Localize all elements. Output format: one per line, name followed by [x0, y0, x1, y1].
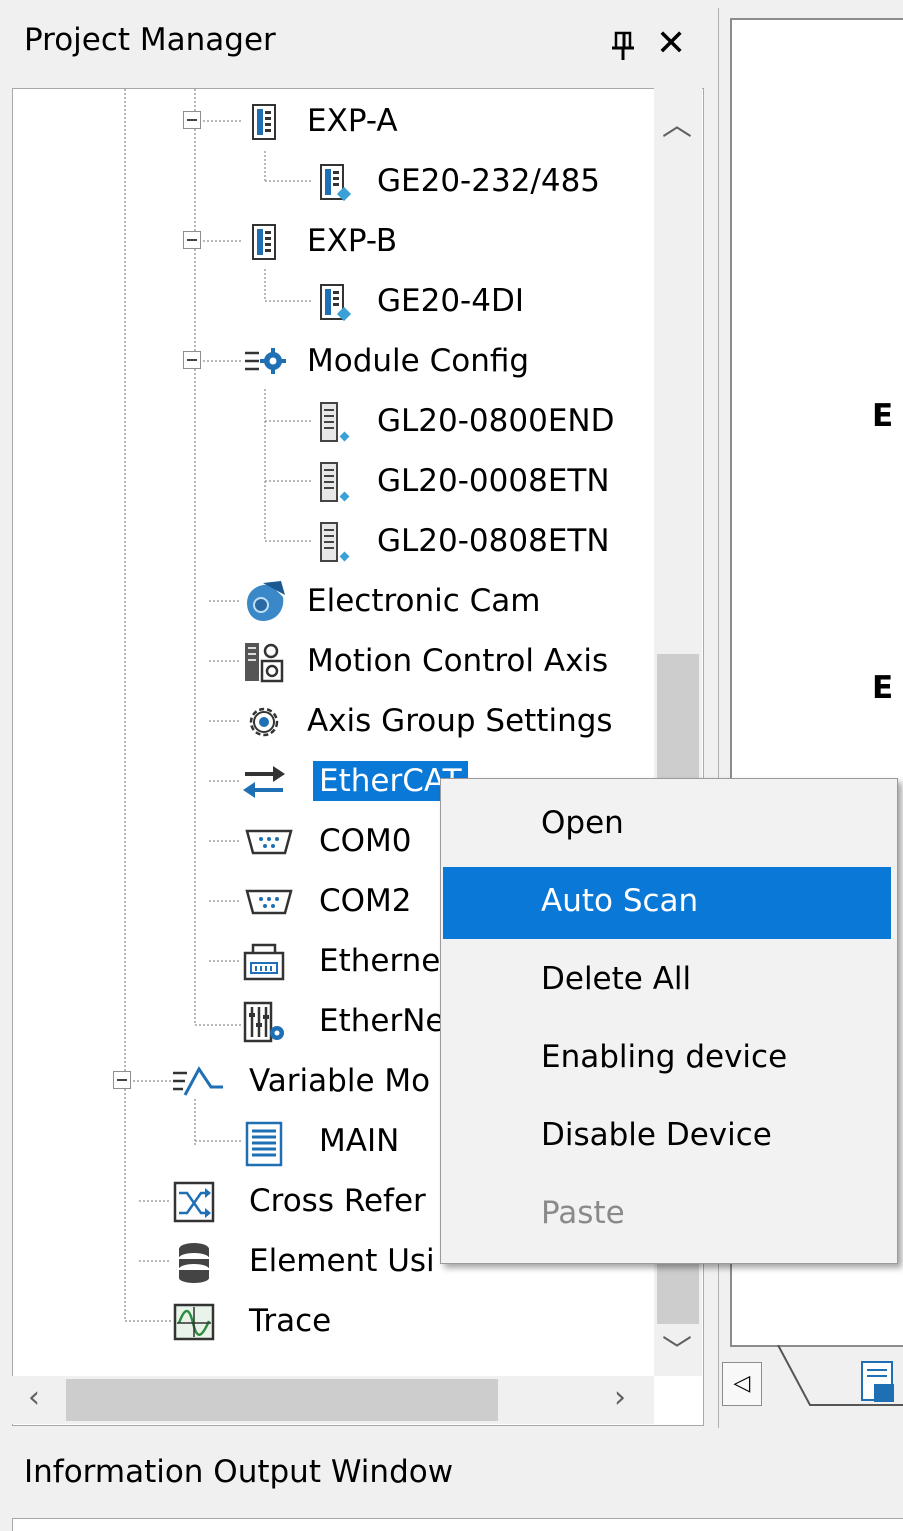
database-icon: [171, 1239, 217, 1285]
variable-monitor-icon: [171, 1059, 223, 1105]
tree-item-ge20-4di[interactable]: GE20-4DI: [311, 275, 661, 329]
info-output-panel[interactable]: [12, 1518, 903, 1531]
tree-item-electronic-cam[interactable]: Electronic Cam: [241, 575, 661, 629]
tree-item-gl20-0808etn[interactable]: GL20-0808ETN: [311, 515, 661, 569]
io-module-icon: [311, 399, 357, 445]
menu-item-label: Disable Device: [541, 1117, 772, 1153]
tree-item-module-config[interactable]: Module Config: [241, 335, 661, 389]
document-icon: [241, 1119, 287, 1167]
menu-item-label: Open: [541, 805, 624, 841]
tree-item-label: Cross Refer: [249, 1183, 426, 1219]
expansion-module-icon: [241, 99, 287, 145]
collapse-toggle-exp-a[interactable]: [183, 111, 201, 129]
tree-item-ge20-232-485[interactable]: GE20-232/485: [311, 155, 661, 209]
tree-item-label: Electronic Cam: [307, 583, 541, 619]
menu-item-paste: Paste: [443, 1179, 891, 1251]
expansion-card-icon: [311, 279, 357, 325]
scroll-down-arrow-icon[interactable]: ﹀: [662, 1326, 692, 1370]
gear-icon: [241, 699, 287, 745]
menu-item-label: Paste: [541, 1195, 625, 1231]
main-program-icon: [858, 1358, 898, 1406]
tab-scroll-left-button[interactable]: ◁: [722, 1362, 762, 1406]
scroll-right-arrow-icon[interactable]: ›: [614, 1380, 626, 1415]
module-config-icon: [241, 339, 287, 385]
scroll-up-arrow-icon[interactable]: ︿: [662, 100, 692, 144]
collapse-toggle-variable-monitor[interactable]: [113, 1071, 131, 1089]
motion-axis-icon: [241, 639, 287, 685]
tree-item-label: Etherne: [319, 943, 441, 979]
close-icon[interactable]: ✕: [656, 24, 686, 64]
menu-item-disable-device[interactable]: Disable Device: [443, 1101, 891, 1173]
tree-item-label: GL20-0808ETN: [377, 523, 610, 559]
tree-item-label: Trace: [249, 1303, 332, 1339]
tree-item-label: Variable Mo: [249, 1063, 431, 1099]
pin-icon[interactable]: [610, 30, 636, 62]
tree-item-gl20-0800end[interactable]: GL20-0800END: [311, 395, 661, 449]
menu-item-auto-scan[interactable]: Auto Scan: [443, 867, 891, 939]
tree-item-label: GE20-4DI: [377, 283, 524, 319]
tree-item-label: Element Usi: [249, 1243, 435, 1279]
tree-item-label: GL20-0008ETN: [377, 463, 610, 499]
tree-item-label: MAIN: [319, 1123, 400, 1159]
tree-item-axis-group-settings[interactable]: Axis Group Settings: [241, 695, 661, 749]
menu-item-label: Enabling device: [541, 1039, 788, 1075]
tree-item-exp-b[interactable]: EXP-B: [241, 215, 661, 269]
project-manager-title: Project Manager: [24, 22, 276, 58]
expansion-card-icon: [311, 159, 357, 205]
io-module-icon: [311, 459, 357, 505]
editor-text: E: [872, 398, 894, 434]
ethernet-ip-icon: [241, 999, 287, 1045]
menu-item-label: Auto Scan: [541, 883, 699, 919]
tree-item-label: EXP-B: [307, 223, 398, 259]
menu-item-delete-all[interactable]: Delete All: [443, 945, 891, 1017]
serial-port-icon: [241, 819, 293, 865]
ethercat-arrows-icon: [241, 759, 287, 805]
context-menu: Open Auto Scan Delete All Enabling devic…: [440, 778, 898, 1264]
menu-item-enabling-device[interactable]: Enabling device: [443, 1023, 891, 1095]
cross-reference-icon: [171, 1179, 217, 1225]
tree-item-label: Axis Group Settings: [307, 703, 613, 739]
tree-item-motion-control-axis[interactable]: Motion Control Axis: [241, 635, 661, 689]
tree-item-exp-a[interactable]: EXP-A: [241, 95, 661, 149]
collapse-toggle-module-config[interactable]: [183, 351, 201, 369]
cam-icon: [241, 579, 287, 625]
scroll-left-arrow-icon[interactable]: ‹: [28, 1380, 40, 1415]
tree-item-label: GE20-232/485: [377, 163, 601, 199]
trace-icon: [171, 1299, 217, 1345]
editor-text: E: [872, 670, 894, 706]
tree-item-label: Module Config: [307, 343, 530, 379]
collapse-toggle-exp-b[interactable]: [183, 231, 201, 249]
menu-item-open[interactable]: Open: [443, 789, 891, 861]
expansion-module-icon: [241, 219, 287, 265]
tree-item-label: COM2: [319, 883, 412, 919]
tree-item-label: Motion Control Axis: [307, 643, 609, 679]
serial-port-icon: [241, 879, 293, 925]
horizontal-scroll-thumb[interactable]: [66, 1379, 498, 1421]
menu-item-label: Delete All: [541, 961, 692, 997]
tree-item-label: EXP-A: [307, 103, 398, 139]
info-output-window-title: Information Output Window: [24, 1454, 454, 1490]
io-module-icon: [311, 519, 357, 565]
tree-item-gl20-0008etn[interactable]: GL20-0008ETN: [311, 455, 661, 509]
ethernet-icon: [241, 939, 287, 985]
tree-item-label: GL20-0800END: [377, 403, 615, 439]
tree-item-trace[interactable]: Trace: [171, 1295, 661, 1349]
tree-item-label: COM0: [319, 823, 412, 859]
tree-item-label: EtherNe: [319, 1003, 445, 1039]
